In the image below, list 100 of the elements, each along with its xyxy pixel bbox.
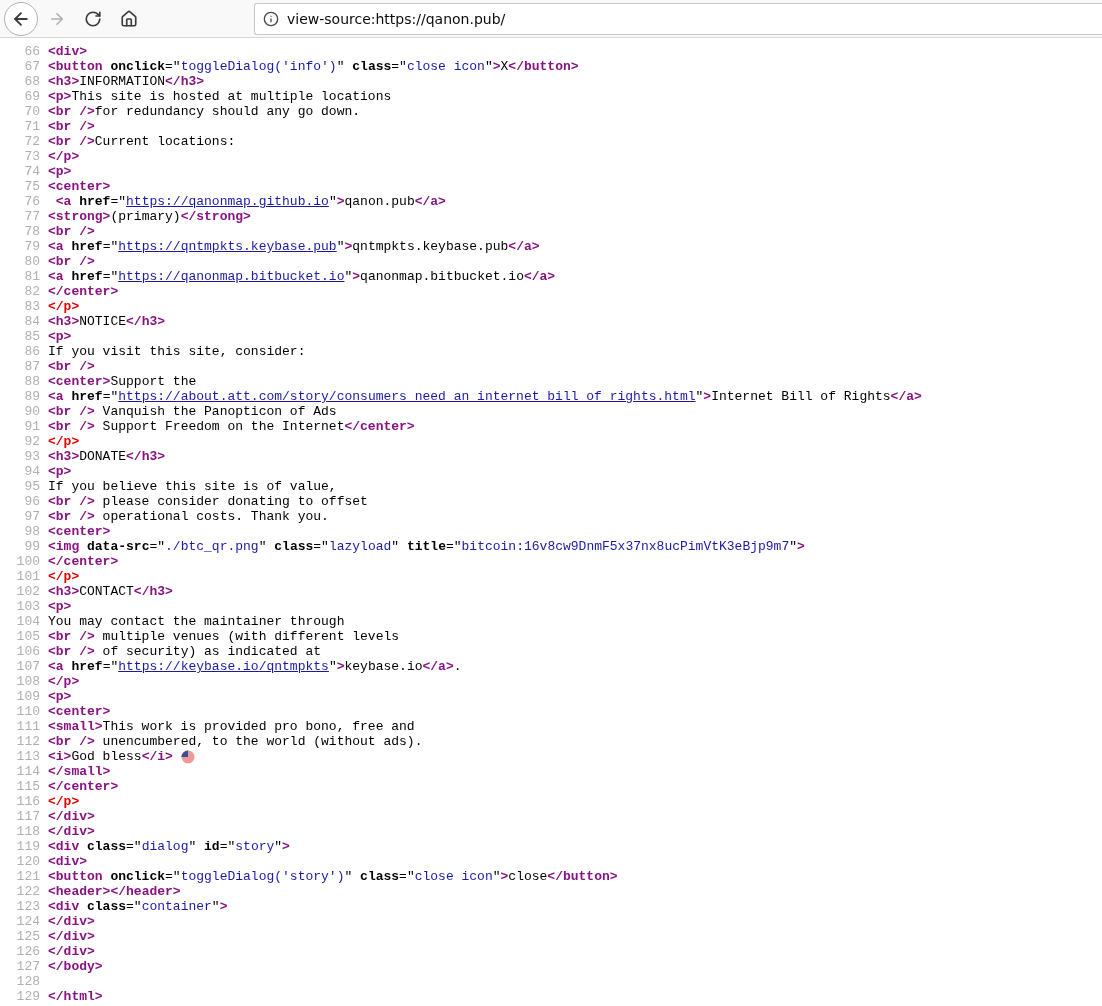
reload-icon [84,9,102,28]
line-number: 112 [15,734,41,749]
source-code-line: </center> [48,284,119,299]
line-number: 120 [15,854,41,869]
source-code-line: <p> [48,464,72,479]
source-code-line: </center> [48,779,119,794]
line-number: 96 [23,494,41,509]
source-code-line: <header></header> [48,884,181,899]
line-number: 127 [15,959,41,974]
source-code-line: <br /> Vanquish the Panopticon of Ads [48,404,337,419]
source-link[interactable]: https://keybase.io/qntmpkts [118,659,329,674]
source-code-line: <p> [48,599,72,614]
source-code-line: <center> [48,524,111,539]
source-code-line: </p> [48,674,80,689]
source-code-line: <i>God bless</i> [48,749,195,764]
line-number: 102 [15,584,41,599]
source-code-line: <p> [48,164,72,179]
source-code-line: <a href="https://qanonmap.bitbucket.io">qanonmap.bitbucket.io</a> [48,269,556,284]
source-code-line: <div> [48,44,87,59]
source-link[interactable]: https://qanonmap.bitbucket.io [118,269,345,284]
line-number: 68 [23,74,41,89]
line-number: 77 [23,209,41,224]
line-number: 82 [23,284,41,299]
source-link[interactable]: https://qanonmap.github.io [126,194,329,209]
source-code-line: <a href="https://about.att.com/story/consumers need an internet bill of rights.html">Internet Bill of Rights</a> [48,389,922,404]
source-code-line: <h3>CONTACT</h3> [48,584,173,599]
source-code-line: <p> [48,689,72,704]
line-number: 101 [15,569,41,584]
url-text: view-source:https://qanon.pub/ [287,10,506,27]
line-number: 94 [23,464,41,479]
line-number: 74 [23,164,41,179]
source-code-line: <small>This work is provided pro bono, free and [48,719,415,734]
line-number: 121 [15,869,41,884]
line-number: 125 [15,929,41,944]
line-number: 87 [23,359,41,374]
line-number: 92 [23,434,41,449]
line-number: 118 [15,824,41,839]
source-code-line: If you believe this site is of value, [48,479,337,494]
line-number: 76 [23,194,41,209]
home-icon [120,9,138,28]
address-bar[interactable]: view-source:https://qanon.pub/ [254,2,1102,35]
line-number: 86 [23,344,41,359]
line-number: 66 [23,44,41,59]
source-code-line: If you visit this site, consider: [48,344,306,359]
line-number: 111 [15,719,41,734]
source-code-line: <button onclick="toggleDialog('info')" class="close icon">X</button> [48,59,579,74]
source-link[interactable]: https://qntmpkts.keybase.pub [118,239,337,254]
line-number: 88 [23,374,41,389]
line-number: 69 [23,89,41,104]
source-code-line: <br /> [48,119,95,134]
line-number: 100 [15,554,41,569]
line-number: 124 [15,914,41,929]
source-code-line: <a href="https://keybase.io/qntmpkts">keybase.io</a>. [48,659,462,674]
line-number: 80 [23,254,41,269]
line-number: 109 [15,689,41,704]
source-code-line: </p> [48,149,80,164]
source-code-line: <br /> [48,254,95,269]
source-code-line: <a href="https://qanonmap.github.io">qanon.pub</a> [54,194,446,209]
source-code-line: <br /> operational costs. Thank you. [48,509,329,524]
line-number: 85 [23,329,41,344]
source-code-line: You may contact the maintainer through [48,614,345,629]
line-number: 107 [15,659,41,674]
line-number: 67 [23,59,41,74]
line-number: 79 [23,239,41,254]
source-code-line: </p> [48,794,80,809]
line-number: 123 [15,899,41,914]
source-code-line: <div class="dialog" id="story"> [48,839,290,854]
source-code-line: <button onclick="toggleDialog('story')" class="close icon">close</button> [48,869,618,884]
source-code-line: </div> [48,809,95,824]
source-code-line: <div> [48,854,87,869]
back-button[interactable] [4,1,38,36]
source-code-line: </p> [48,299,80,314]
info-icon[interactable] [263,10,279,27]
source-code-line: <br /> Support Freedom on the Internet</center> [48,419,415,434]
source-code-line: <br />Current locations: [48,134,236,149]
line-number: 73 [23,149,41,164]
source-code-line: </div> [48,914,95,929]
line-number: 129 [15,989,41,1004]
source-code-line: </small> [48,764,111,779]
line-number: 83 [23,299,41,314]
line-number: 95 [23,479,41,494]
line-number: 97 [23,509,41,524]
line-number: 70 [23,104,41,119]
line-number: 119 [15,839,41,854]
line-number: 116 [15,794,41,809]
line-number: 90 [23,404,41,419]
line-number: 106 [15,644,41,659]
source-code-line: <p> [48,329,72,344]
line-number: 104 [15,614,41,629]
line-number: 78 [23,224,41,239]
line-number: 126 [15,944,41,959]
line-number: 91 [23,419,41,434]
source-code-line: <p>This site is hosted at multiple locations [48,89,392,104]
source-link[interactable]: https://about.att.com/story/consumers need an internet bill of rights.html [118,389,696,404]
source-code-line: <br /> please consider donating to offset [48,494,368,509]
line-number: 105 [15,629,41,644]
source-code-line: </p> [48,434,80,449]
line-number: 81 [23,269,41,284]
line-number: 108 [15,674,41,689]
line-number: 110 [15,704,41,719]
